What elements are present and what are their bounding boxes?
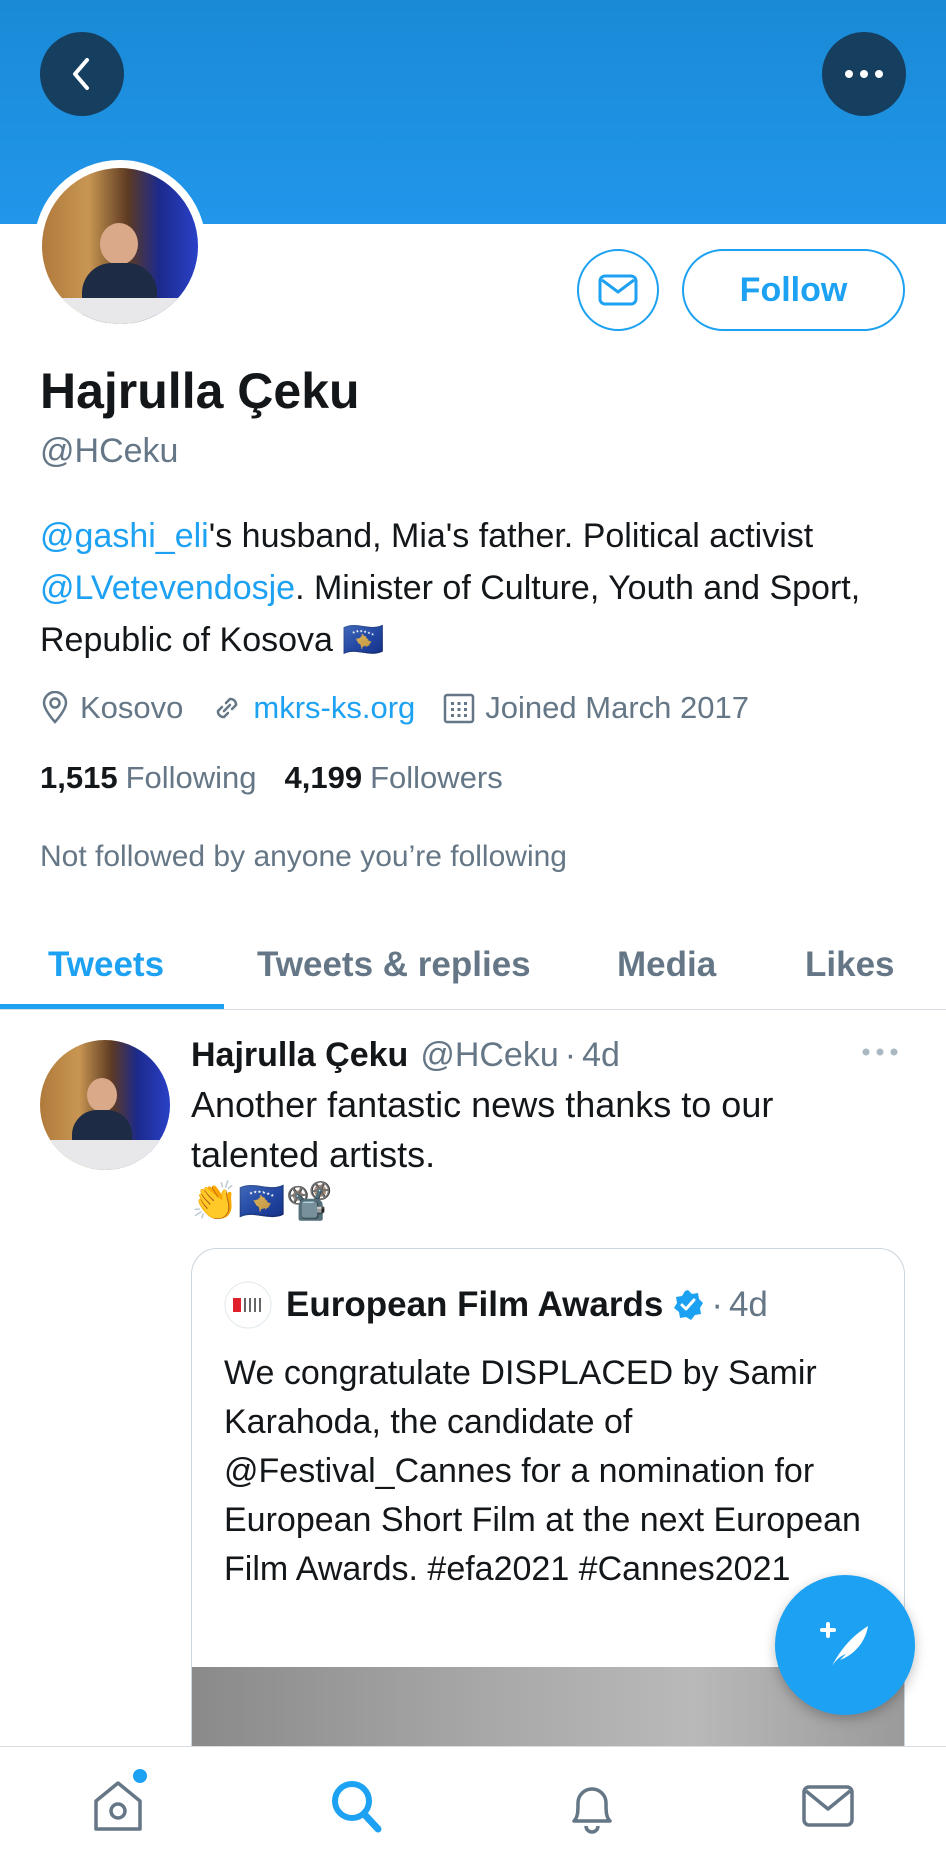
- tweet-more-button[interactable]: [862, 1044, 898, 1062]
- bio-mention-gashi-eli[interactable]: @gashi_eli: [40, 517, 209, 555]
- nav-home[interactable]: [90, 1777, 146, 1840]
- profile-display-name: Hajrulla Çeku: [40, 363, 360, 419]
- following-label: Following: [125, 760, 257, 795]
- more-horizontal-icon: [845, 70, 883, 78]
- more-horizontal-icon: [862, 1048, 898, 1056]
- tweet-separator: ·: [564, 1036, 577, 1074]
- tab-likes[interactable]: Likes: [805, 920, 895, 1010]
- website-link[interactable]: mkrs-ks.org: [253, 690, 415, 726]
- nav-messages[interactable]: [800, 1777, 856, 1840]
- quoted-tweet-header: European Film Awards · 4d: [224, 1281, 768, 1329]
- tweet-emojis: 👏🇽🇰📽️: [191, 1180, 333, 1224]
- link-icon: [217, 697, 238, 719]
- active-tab-indicator: [0, 1004, 224, 1009]
- followers-count: 4,199: [284, 760, 363, 795]
- profile-tabs: Tweets Tweets & replies Media Likes: [0, 920, 946, 1010]
- compose-feather-icon: [820, 1622, 868, 1666]
- follow-button[interactable]: Follow: [682, 249, 905, 331]
- tweet-avatar[interactable]: [40, 1040, 170, 1170]
- quoted-author-name[interactable]: European Film Awards: [286, 1285, 663, 1325]
- bottom-navigation: [0, 1746, 946, 1874]
- tweet-emoji-text: 👏🇽🇰📽️: [191, 1181, 333, 1223]
- avatar-photo: [42, 168, 198, 324]
- tweet-text: Another fantastic news thanks to our tal…: [191, 1084, 774, 1175]
- website-item[interactable]: mkrs-ks.org: [211, 690, 415, 726]
- bio-mention-lvetevendosje[interactable]: @LVetevendosje: [40, 569, 295, 607]
- back-button[interactable]: [40, 32, 124, 116]
- profile-meta: Kosovo mkrs-ks.org Joined March 2017: [40, 688, 777, 728]
- home-notification-dot: [133, 1769, 147, 1783]
- tweet-author-handle[interactable]: @HCeku: [420, 1036, 558, 1075]
- quoted-separator: ·: [711, 1285, 723, 1324]
- profile-bio: @gashi_eli's husband, Mia's father. Poli…: [40, 510, 900, 666]
- location-pin-icon: [42, 691, 68, 724]
- tab-media[interactable]: Media: [617, 920, 716, 1010]
- location-item: Kosovo: [40, 690, 183, 726]
- message-button[interactable]: [577, 249, 659, 331]
- tab-tweets-replies[interactable]: Tweets & replies: [257, 920, 531, 1010]
- efa-logo-icon: [224, 1281, 272, 1329]
- tweet-header: Hajrulla Çeku @HCeku · 4d: [191, 1036, 620, 1075]
- mail-icon: [598, 274, 638, 306]
- followers-label: Followers: [370, 760, 503, 795]
- profile-counts: 1,515 Following 4,199 Followers: [40, 760, 531, 796]
- location-text: Kosovo: [80, 690, 184, 725]
- home-icon: [94, 1781, 142, 1831]
- profile-handle: @HCeku: [40, 432, 179, 470]
- not-followed-notice: Not followed by anyone you’re following: [40, 840, 567, 873]
- quoted-time: 4d: [728, 1285, 768, 1324]
- bio-text-1: 's husband, Mia's father. Political acti…: [208, 517, 814, 555]
- more-options-button[interactable]: [822, 32, 906, 116]
- profile-avatar[interactable]: [34, 160, 206, 332]
- verified-badge-icon: [674, 1290, 704, 1320]
- following-count-link[interactable]: 1,515 Following: [40, 760, 257, 796]
- messages-icon: [802, 1785, 854, 1827]
- nav-notifications[interactable]: [564, 1777, 620, 1840]
- search-icon: [332, 1781, 382, 1833]
- tab-tweets[interactable]: Tweets: [48, 920, 164, 1010]
- calendar-icon: [444, 693, 475, 724]
- compose-tweet-button[interactable]: [775, 1575, 915, 1715]
- followers-count-link[interactable]: 4,199 Followers: [285, 760, 503, 796]
- following-count: 1,515: [40, 760, 118, 795]
- tweet-author-name[interactable]: Hajrulla Çeku: [191, 1036, 408, 1075]
- notifications-icon: [572, 1787, 612, 1834]
- nav-search[interactable]: [328, 1777, 384, 1840]
- quoted-tweet-text: We congratulate DISPLACED by Samir Karah…: [224, 1354, 861, 1588]
- joined-text: Joined March 2017: [485, 690, 749, 725]
- chevron-left-icon: [73, 58, 89, 90]
- joined-item: Joined March 2017: [443, 690, 749, 726]
- tweet-time[interactable]: 4d: [582, 1036, 620, 1075]
- quoted-tweet-card[interactable]: European Film Awards · 4d We congratulat…: [191, 1248, 905, 1808]
